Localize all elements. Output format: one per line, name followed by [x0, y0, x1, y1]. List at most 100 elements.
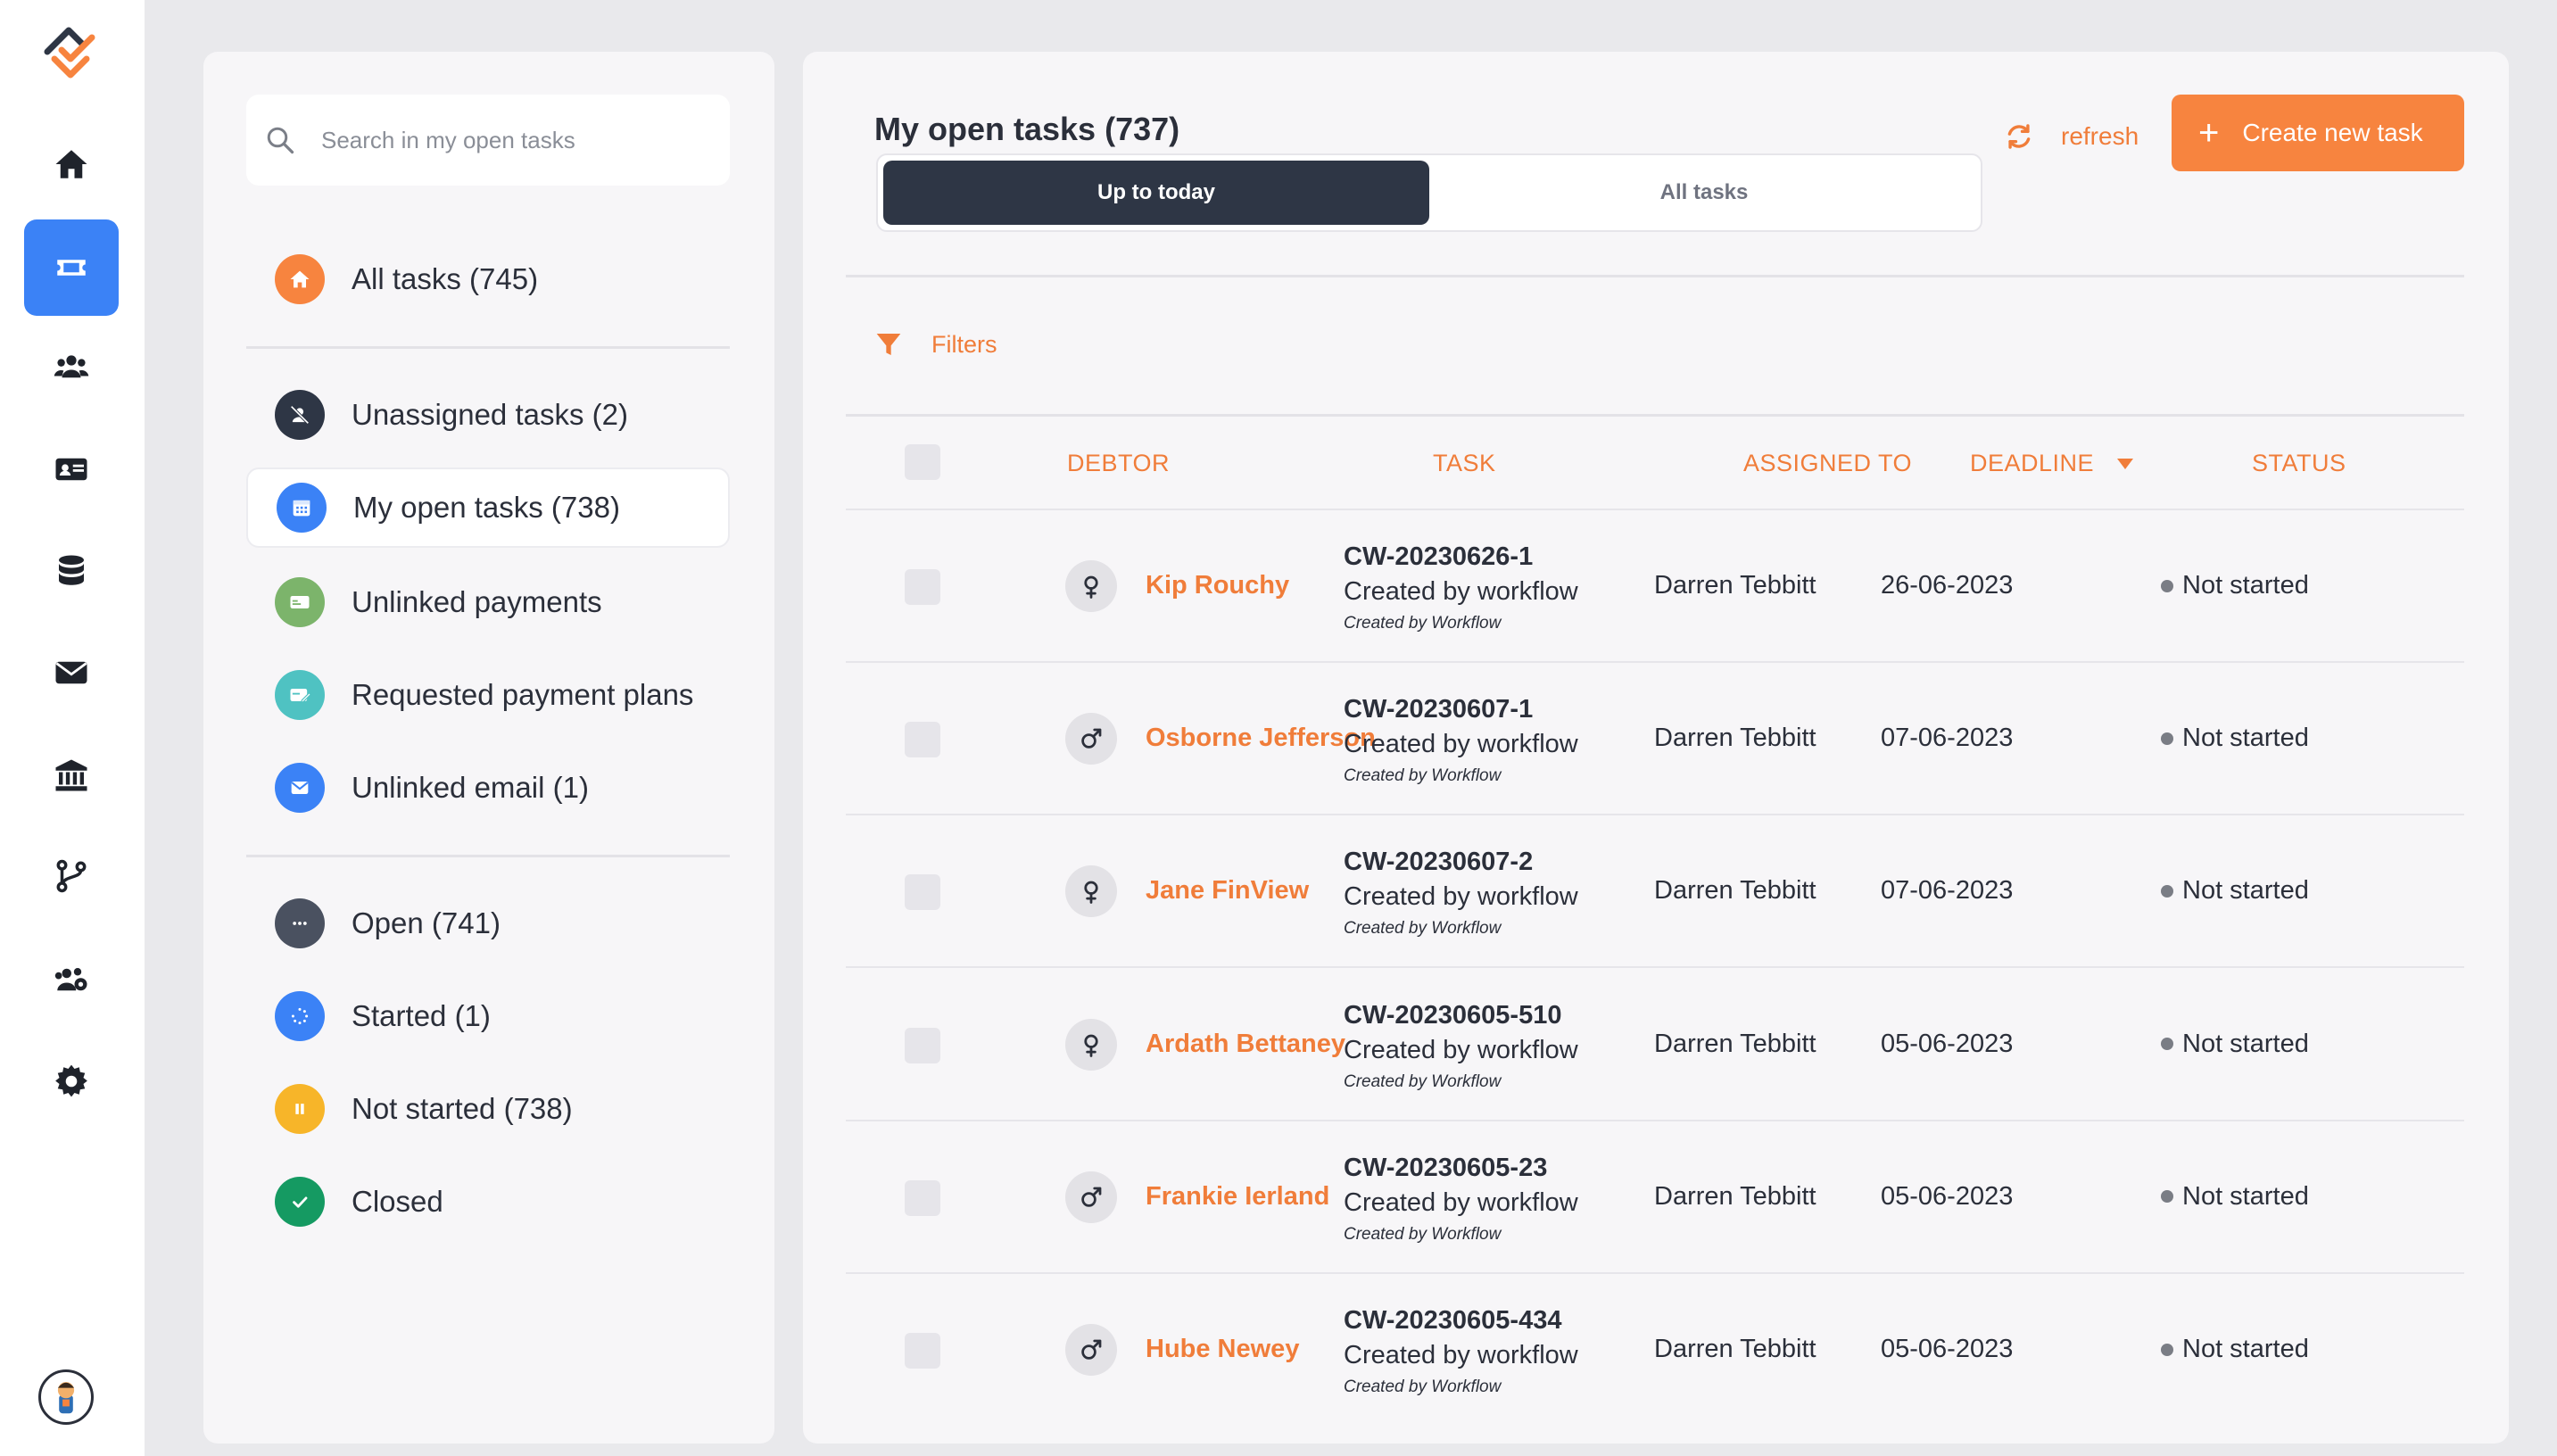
table-row[interactable]: Ardath Bettaney CW-20230605-510 Created by…	[846, 969, 2464, 1121]
more-dots-icon	[275, 898, 325, 948]
column-header-status[interactable]: STATUS	[2252, 450, 2346, 477]
task-title: Created by workflow	[1344, 1035, 1578, 1064]
nav-unlinked-payments[interactable]: Unlinked payments	[246, 562, 730, 642]
row-checkbox[interactable]	[905, 1179, 940, 1216]
rail-bank-icon[interactable]	[24, 727, 119, 823]
filters-button[interactable]: Filters	[874, 330, 997, 359]
nav-label: Unlinked email (1)	[352, 771, 589, 804]
column-header-debtor[interactable]: DEBTOR	[1067, 450, 1170, 477]
task-id[interactable]: CW-20230605-434	[1344, 1306, 1561, 1336]
table-row[interactable]: Hube Newey CW-20230605-434 Created by work…	[846, 1274, 2464, 1427]
nav-not-started[interactable]: Not started (738)	[246, 1069, 730, 1149]
status-badge: Not started	[2161, 1335, 2309, 1364]
nav-closed[interactable]: Closed	[246, 1162, 730, 1242]
nav-my-open-tasks[interactable]: My open tasks (738)	[246, 467, 730, 548]
task-id[interactable]: CW-20230607-2	[1344, 848, 1533, 877]
task-id[interactable]: CW-20230607-1	[1344, 695, 1533, 724]
status-dot-icon	[2161, 579, 2173, 592]
debtor-link[interactable]: Kip Rouchy	[1146, 571, 1289, 600]
row-checkbox[interactable]	[905, 722, 940, 758]
table-row[interactable]: Kip Rouchy CW-20230626-1 Created by workfl…	[846, 510, 2464, 663]
task-id[interactable]: CW-20230626-1	[1344, 542, 1533, 572]
row-checkbox[interactable]	[905, 1333, 940, 1369]
rail-database-icon[interactable]	[24, 523, 119, 619]
assigned-to: Darren Tebbitt	[1654, 1181, 1816, 1211]
debtor-link[interactable]: Jane FinView	[1146, 876, 1309, 906]
status-dot-icon	[2161, 1343, 2173, 1356]
tab-all-tasks[interactable]: All tasks	[1431, 161, 1977, 225]
icon-rail	[0, 0, 145, 1456]
funnel-icon	[876, 334, 901, 355]
debtor-link[interactable]: Frankie Ierland	[1146, 1182, 1329, 1212]
status-dot-icon	[2161, 732, 2173, 745]
status-badge: Not started	[2161, 1182, 2309, 1212]
create-label: Create new task	[2242, 119, 2423, 146]
status-dot-icon	[2161, 1190, 2173, 1204]
table-row[interactable]: Frankie Ierland CW-20230605-23 Created by …	[846, 1121, 2464, 1274]
debtor-link[interactable]: Hube Newey	[1146, 1335, 1299, 1364]
female-icon	[1065, 1018, 1117, 1071]
task-title: Created by workflow	[1344, 730, 1578, 759]
nav-started[interactable]: Started (1)	[246, 976, 730, 1056]
rail-team-settings-icon[interactable]	[24, 931, 119, 1028]
create-new-task-button[interactable]: + Create new task	[2172, 95, 2464, 171]
nav-requested-payment-plans[interactable]: Requested payment plans	[246, 655, 730, 735]
payment-plan-icon	[275, 670, 325, 720]
nav-label: Not started (738)	[352, 1092, 573, 1125]
rail-workflow-branch-icon[interactable]	[24, 828, 119, 924]
task-id[interactable]: CW-20230605-23	[1344, 1154, 1547, 1183]
app-logo[interactable]	[42, 21, 101, 80]
mail-icon	[275, 763, 325, 813]
female-icon	[1065, 865, 1117, 918]
rail-tasks-icon[interactable]	[24, 219, 119, 316]
search-icon	[267, 127, 294, 154]
spinner-icon	[275, 991, 325, 1041]
period-toggle: Up to today All tasks	[876, 153, 1982, 232]
calendar-icon	[277, 483, 327, 533]
nav-all-tasks[interactable]: All tasks (745)	[246, 239, 730, 319]
nav-unlinked-email[interactable]: Unlinked email (1)	[246, 748, 730, 828]
task-note: Created by Workflow	[1344, 1071, 1502, 1091]
select-all-checkbox[interactable]	[905, 444, 940, 480]
male-icon	[1065, 713, 1117, 765]
debtor-link[interactable]: Osborne Jefferson	[1146, 724, 1376, 753]
divider	[246, 346, 730, 349]
rail-people-icon[interactable]	[24, 318, 119, 415]
column-header-assigned-to[interactable]: ASSIGNED TO	[1743, 450, 1912, 477]
column-header-task[interactable]: TASK	[1433, 450, 1496, 477]
check-icon	[275, 1177, 325, 1227]
task-id[interactable]: CW-20230605-510	[1344, 1001, 1561, 1030]
nav-open[interactable]: Open (741)	[246, 883, 730, 964]
rail-contact-card-icon[interactable]	[24, 421, 119, 517]
task-note: Created by Workflow	[1344, 1377, 1502, 1396]
rail-mail-icon[interactable]	[24, 625, 119, 721]
user-avatar[interactable]	[38, 1369, 94, 1425]
table-row[interactable]: Jane FinView CW-20230607-2 Created by work…	[846, 815, 2464, 969]
status-label: Not started	[2182, 1335, 2309, 1363]
task-note: Created by Workflow	[1344, 766, 1502, 786]
row-checkbox[interactable]	[905, 874, 940, 911]
column-header-deadline[interactable]: DEADLINE	[1970, 450, 2134, 477]
rail-settings-gear-icon[interactable]	[24, 1033, 119, 1129]
deadline: 26-06-2023	[1881, 571, 2014, 600]
assigned-to: Darren Tebbitt	[1654, 724, 1816, 753]
refresh-button[interactable]: refresh	[2004, 121, 2139, 152]
row-checkbox[interactable]	[905, 1027, 940, 1063]
row-checkbox[interactable]	[905, 569, 940, 605]
search-input[interactable]	[321, 126, 714, 154]
nav-unassigned-tasks[interactable]: Unassigned tasks (2)	[246, 375, 730, 455]
refresh-label: refresh	[2061, 122, 2139, 150]
tab-up-to-today[interactable]: Up to today	[883, 161, 1429, 225]
status-badge: Not started	[2161, 724, 2309, 753]
divider	[846, 414, 2464, 417]
nav-label: My open tasks (738)	[353, 491, 620, 524]
table-row[interactable]: Osborne Jefferson CW-20230607-1 Created by…	[846, 663, 2464, 816]
rail-home-icon[interactable]	[24, 116, 119, 212]
search-box[interactable]	[246, 95, 730, 186]
divider	[846, 275, 2464, 277]
debtor-link[interactable]: Ardath Bettaney	[1146, 1030, 1345, 1059]
task-title: Created by workflow	[1344, 577, 1578, 606]
status-badge: Not started	[2161, 1030, 2309, 1059]
assigned-to: Darren Tebbitt	[1654, 876, 1816, 906]
status-label: Not started	[2182, 1029, 2309, 1058]
